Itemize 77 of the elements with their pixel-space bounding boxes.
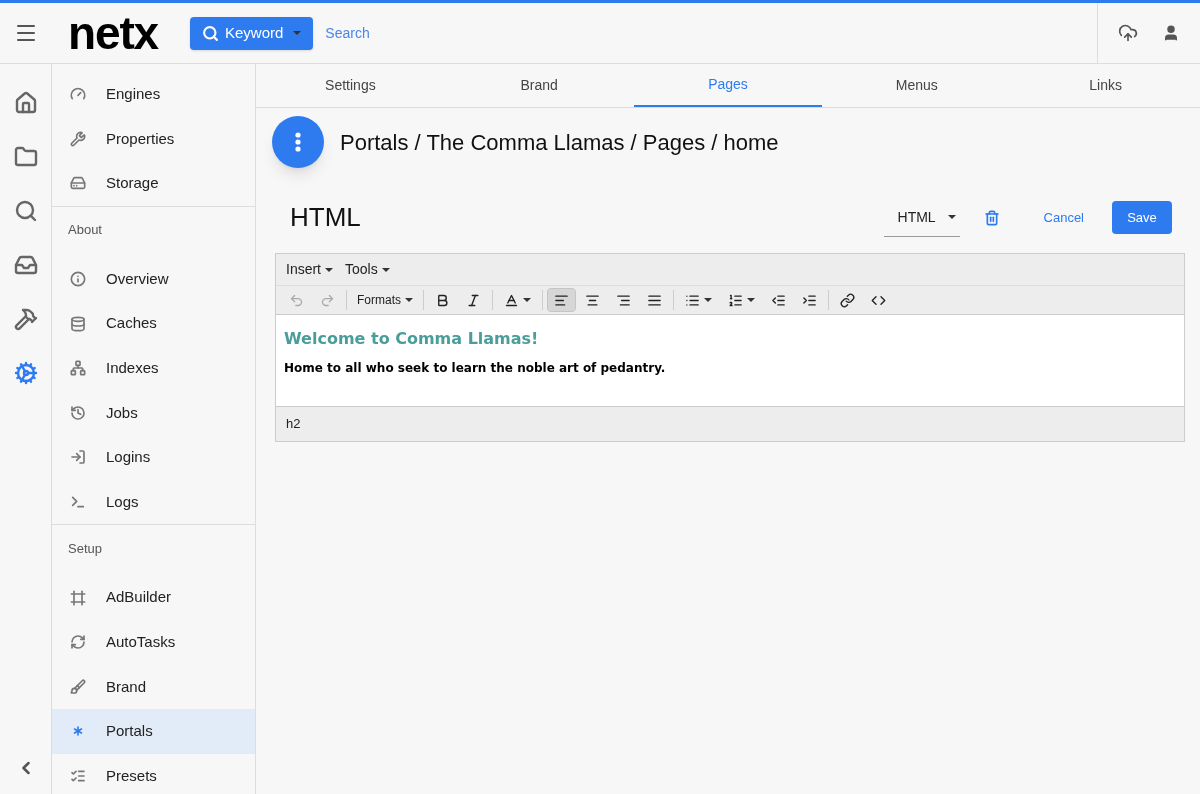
editor-title: HTML (290, 201, 361, 234)
sidebar-item[interactable]: Logs (52, 479, 255, 525)
cancel-button[interactable]: Cancel (1031, 201, 1096, 234)
save-button[interactable]: Save (1112, 201, 1172, 234)
terminal-icon (70, 494, 86, 511)
formats-dropdown[interactable]: Formats (351, 291, 419, 309)
text-color-icon (504, 292, 519, 308)
bullet-list-icon (685, 292, 700, 308)
database-icon (70, 315, 86, 332)
drive-icon (70, 175, 86, 192)
frame-icon (70, 589, 86, 606)
sidebar-item[interactable]: Portals (52, 709, 255, 754)
upload-icon[interactable] (1118, 23, 1138, 43)
content-paragraph: Home to all who seek to learn the noble art of pedantry. (284, 360, 667, 377)
sidebar-item[interactable]: Overview (52, 256, 255, 302)
italic-icon (466, 292, 481, 308)
caret-icon (947, 215, 956, 219)
sidebar-item[interactable]: Indexes (52, 345, 255, 391)
history-icon (70, 404, 86, 421)
element-path: h2 (286, 415, 301, 434)
sidebar-item[interactable]: Storage (52, 161, 255, 206)
link-icon (840, 292, 855, 308)
menu-item[interactable]: Insert (286, 259, 333, 280)
indent-icon (802, 292, 817, 308)
bold-icon (435, 292, 450, 308)
delete-icon[interactable] (983, 209, 1000, 226)
caret-icon (405, 298, 413, 302)
tab[interactable]: Brand (444, 64, 634, 107)
align-left-icon (554, 292, 569, 308)
numbered-list-icon (728, 292, 743, 308)
breadcrumb: Portals / The Comma Llamas / Pages / home (340, 128, 779, 157)
redo-icon (320, 292, 335, 308)
sidebar-item[interactable]: Logins (52, 435, 255, 480)
caret-icon (381, 267, 390, 272)
undo-icon (289, 292, 304, 308)
caret-icon (704, 298, 712, 302)
caret-icon (293, 31, 302, 35)
sidebar-item[interactable]: AdBuilder (52, 575, 255, 620)
outdent-icon (771, 292, 786, 308)
align-justify-icon (647, 292, 662, 308)
checklist-icon (70, 768, 86, 784)
caret-icon (325, 267, 333, 272)
more-icon (295, 132, 301, 152)
user-icon[interactable] (1162, 24, 1180, 42)
section-heading: Setup (67, 539, 103, 558)
caret-icon (747, 298, 755, 302)
search-icon (202, 24, 219, 42)
sidebar-item[interactable]: Brand (52, 664, 255, 710)
tab[interactable]: Settings (256, 64, 445, 107)
content-heading: Welcome to Comma Llamas! (284, 328, 540, 350)
menu-item[interactable]: Tools (345, 259, 390, 280)
sidebar-item[interactable]: Presets (52, 753, 255, 794)
tab[interactable]: Pages (633, 64, 823, 107)
logo: netx (68, 10, 158, 56)
type-dropdown[interactable]: HTML (883, 198, 960, 237)
caret-icon (523, 298, 531, 302)
sidebar-item[interactable]: Caches (52, 301, 255, 346)
wrench-icon (70, 130, 86, 147)
align-right-icon (616, 292, 631, 308)
sidebar-item[interactable]: Engines (52, 72, 255, 117)
sidebar-item[interactable]: Jobs (52, 390, 255, 436)
tab[interactable]: Links (1011, 64, 1200, 107)
brush-icon (70, 678, 86, 695)
align-left-button[interactable] (547, 288, 576, 312)
keyword-dropdown[interactable]: Keyword (190, 16, 314, 50)
login-icon (70, 449, 86, 466)
info-icon (70, 271, 86, 288)
section-heading: About (67, 221, 103, 240)
refresh-icon (70, 634, 86, 651)
tab[interactable]: Menus (822, 64, 1012, 107)
more-options-button[interactable] (272, 116, 324, 168)
search-field[interactable]: Search (325, 22, 726, 44)
editor-content[interactable]: Welcome to Comma Llamas! Home to all who seek to learn the noble art of pedantry. (276, 314, 1184, 407)
align-center-icon (585, 292, 600, 308)
sidebar-item[interactable]: Properties (52, 116, 255, 162)
hierarchy-icon (70, 360, 86, 377)
sidebar-item[interactable]: AutoTasks (52, 619, 255, 665)
